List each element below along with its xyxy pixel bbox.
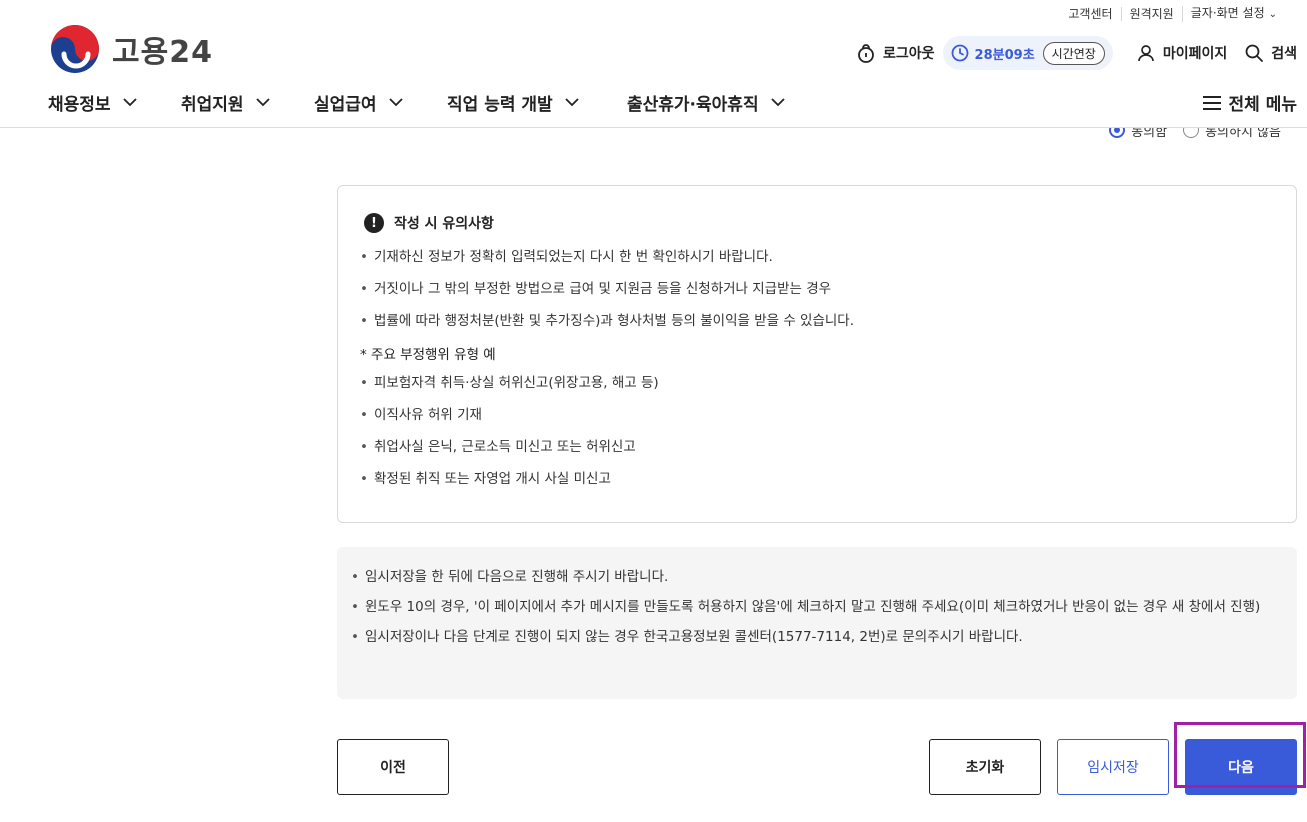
temp-save-button[interactable]: 임시저장: [1057, 739, 1169, 795]
list-item: 거짓이나 그 밖의 부정한 방법으로 급여 및 지원금 등을 신청하거나 지급받…: [360, 273, 1274, 305]
info-guide-box: 임시저장을 한 뒤에 다음으로 진행해 주시기 바랍니다. 윈도우 10의 경우…: [337, 547, 1297, 699]
extend-session-button[interactable]: 시간연장: [1042, 41, 1105, 65]
search-button[interactable]: 검색: [1245, 43, 1297, 63]
clock-icon: [951, 44, 968, 62]
user-icon: [1137, 45, 1154, 62]
search-label: 검색: [1271, 46, 1297, 62]
list-item: 임시저장을 한 뒤에 다음으로 진행해 주시기 바랍니다.: [351, 562, 1281, 592]
utility-bar: 고객센터 원격지원 글자·화면 설정 ⌄: [1060, 6, 1285, 22]
logout-button[interactable]: 로그아웃: [857, 43, 935, 63]
violation-examples-list: 피보험자격 취득·상실 허위신고(위장고용, 해고 등) 이직사유 허위 기재 …: [360, 367, 1274, 495]
session-time: 28분09초: [974, 47, 1035, 63]
chevron-down-icon: [255, 98, 270, 107]
gnb-item-label: 출산휴가·육아휴직: [627, 95, 759, 115]
list-item: 확정된 취직 또는 자영업 개시 사실 미신고: [360, 463, 1274, 495]
gnb-item-label: 실업급여: [314, 95, 377, 115]
header-actions: 로그아웃 28분09초 시간연장 마이페이지 검색: [857, 36, 1297, 70]
gnb-item-unemployment-benefits[interactable]: 실업급여: [314, 90, 403, 115]
notice-list: 기재하신 정보가 정확히 입력되었는지 다시 한 번 확인하시기 바랍니다. 거…: [360, 241, 1274, 337]
chevron-down-icon: [122, 98, 137, 107]
list-item: 피보험자격 취득·상실 허위신고(위장고용, 해고 등): [360, 367, 1274, 399]
search-icon: [1245, 44, 1264, 62]
display-settings-label: 글자·화면 설정: [1190, 6, 1265, 20]
prev-button[interactable]: 이전: [337, 739, 449, 795]
next-button[interactable]: 다음: [1185, 739, 1297, 795]
all-menu-label: 전체 메뉴: [1228, 95, 1297, 115]
gnb-item-label: 채용정보: [48, 95, 111, 115]
chevron-down-icon: [388, 98, 403, 107]
gnb-item-label: 직업 능력 개발: [447, 95, 553, 115]
remote-support-link[interactable]: 원격지원: [1120, 7, 1182, 21]
display-settings-dropdown[interactable]: 글자·화면 설정 ⌄: [1181, 6, 1285, 22]
lock-icon: [858, 44, 874, 63]
gnb-item-label: 취업지원: [181, 95, 244, 115]
list-item: 윈도우 10의 경우, '이 페이지에서 추가 메시지를 만들도록 허용하지 않…: [351, 592, 1281, 622]
list-item: 기재하신 정보가 정확히 입력되었는지 다시 한 번 확인하시기 바랍니다.: [360, 241, 1274, 273]
gnb-item-vocational-training[interactable]: 직업 능력 개발: [447, 90, 579, 115]
notice-title-text: 작성 시 유의사항: [394, 216, 494, 232]
chevron-down-icon: [770, 98, 785, 107]
hamburger-icon: [1202, 95, 1221, 110]
list-item: 임시저장이나 다음 단계로 진행이 되지 않는 경우 한국고용정보원 콜센터(1…: [351, 622, 1281, 652]
session-timer: 28분09초 시간연장: [942, 36, 1113, 70]
all-menu-button[interactable]: 전체 메뉴: [1202, 90, 1297, 115]
reset-button[interactable]: 초기화: [929, 739, 1041, 795]
chevron-down-icon: [565, 98, 579, 107]
exclamation-icon: !: [364, 213, 384, 233]
mypage-label: 마이페이지: [1162, 46, 1228, 62]
site-logo[interactable]: 고용24: [50, 24, 213, 74]
violation-examples-heading: * 주요 부정행위 유형 예: [360, 347, 496, 363]
notice-title: ! 작성 시 유의사항: [364, 213, 1274, 233]
info-list: 임시저장을 한 뒤에 다음으로 진행해 주시기 바랍니다. 윈도우 10의 경우…: [351, 562, 1281, 652]
list-item: 이직사유 허위 기재: [360, 399, 1274, 431]
customer-center-link[interactable]: 고객센터: [1060, 7, 1120, 21]
gnb-item-parental-leave[interactable]: 출산휴가·육아휴직: [627, 90, 785, 115]
gnb-item-jobs[interactable]: 채용정보: [48, 90, 137, 115]
list-item: 법률에 따라 행정처분(반환 및 추가징수)과 형사처벌 등의 불이익을 받을 …: [360, 305, 1274, 337]
chevron-down-icon: ⌄: [1268, 9, 1277, 20]
logo-text: 고용24: [112, 35, 213, 70]
taegeuk-logo-icon: [51, 25, 99, 73]
main-navigation: 채용정보 취업지원 실업급여 직업 능력 개발 출산휴가·육아휴직 전체 메뉴: [0, 86, 1307, 128]
gnb-item-employment-support[interactable]: 취업지원: [181, 90, 270, 115]
list-item: 취업사실 은닉, 근로소득 미신고 또는 허위신고: [360, 431, 1274, 463]
writing-notice-box: ! 작성 시 유의사항 기재하신 정보가 정확히 입력되었는지 다시 한 번 확…: [337, 185, 1297, 523]
logout-label: 로그아웃: [883, 46, 935, 62]
mypage-button[interactable]: 마이페이지: [1137, 43, 1227, 63]
